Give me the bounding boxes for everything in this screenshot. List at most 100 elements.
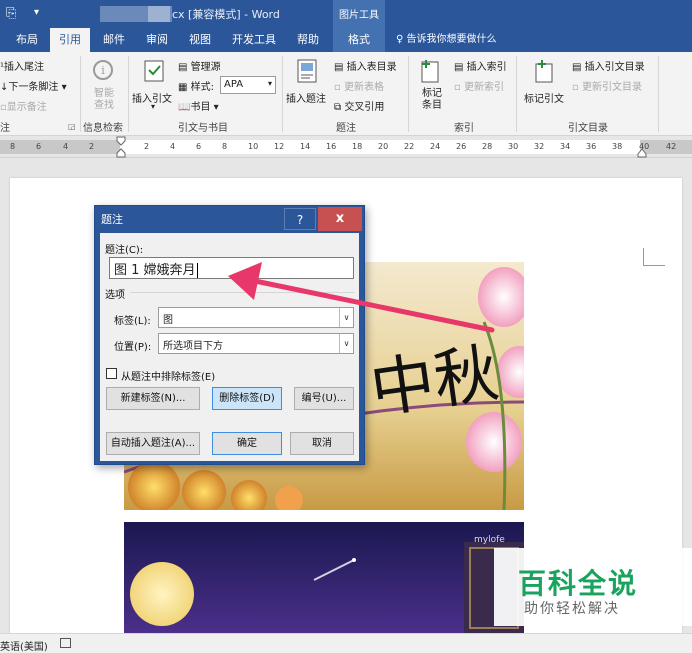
update-index-button[interactable]: ▫ 更新索引	[454, 78, 504, 93]
research-group-label: 信息检索	[83, 123, 123, 134]
dialog-body: 题注(C): 图 1 嫦娥奔月 选项 标签(L): 图 ∨ 位置(P): 所选项…	[100, 233, 359, 461]
numbering-button[interactable]: 编号(U)...	[294, 387, 354, 410]
ruler-number: 8	[10, 142, 16, 151]
bibliography-button[interactable]: 📖书目 ▾	[178, 98, 219, 113]
label-label: 标签(L):	[114, 316, 151, 327]
exclude-label-checkbox[interactable]	[106, 368, 117, 379]
insert-index-icon: ▤	[454, 62, 467, 73]
tab-help[interactable]: 帮助	[288, 28, 328, 52]
ruler-number: 2	[89, 142, 95, 151]
style-label: ▦ 样式:	[178, 82, 215, 93]
ruler-number: 30	[508, 142, 519, 151]
tell-me-box[interactable]: ♀ 告诉我你想要做什么	[396, 28, 497, 52]
caption-dialog: 题注 ? x 题注(C): 图 1 嫦娥奔月 选项 标签(L): 图 ∨ 位置(…	[94, 205, 365, 465]
table-of-figures-icon: ▤	[334, 62, 347, 73]
caption-input[interactable]: 图 1 嫦娥奔月	[109, 257, 354, 279]
position-label: 位置(P):	[114, 342, 152, 353]
ruler-number: 38	[612, 142, 623, 151]
update-table-button[interactable]: ▫ 更新表格	[334, 78, 384, 93]
tab-format[interactable]: 格式	[333, 28, 385, 52]
chevron-down-icon: ∨	[339, 308, 353, 327]
ruler-number: 18	[352, 142, 363, 151]
next-footnote-button[interactable]: ↓下一条脚注 ▾	[0, 78, 67, 93]
options-label: 选项	[105, 290, 125, 301]
chevron-down-icon: ▾	[151, 102, 156, 111]
footnotes-group-label: 注	[0, 123, 10, 134]
insert-table-of-figures-button[interactable]: ▤ 插入表目录	[334, 58, 397, 73]
cancel-button[interactable]: 取消	[290, 432, 354, 455]
quick-access-dropdown-icon[interactable]: ▾	[34, 7, 39, 18]
tab-developer[interactable]: 开发工具	[226, 28, 282, 52]
night-sky-illustration: mylofe	[124, 522, 524, 633]
tab-review[interactable]: 审阅	[138, 28, 176, 52]
watermark: 百科全说 助你轻松解决	[494, 548, 692, 626]
ribbon-separator	[282, 56, 283, 132]
ruler-number: 20	[378, 142, 389, 151]
title-bar: ⎘ ▾ cx [兼容模式] - Word 图片工具	[0, 0, 692, 28]
new-label-button[interactable]: 新建标签(N)...	[106, 387, 200, 410]
ok-button[interactable]: 确定	[212, 432, 282, 455]
manage-sources-button[interactable]: ▤ 管理源	[178, 58, 221, 73]
insert-toa-button[interactable]: ▤ 插入引文目录	[572, 58, 645, 73]
update-toa-icon: ▫	[572, 82, 582, 93]
caption-label: 题注(C):	[105, 245, 144, 256]
night-sky-image[interactable]: mylofe	[124, 522, 524, 633]
position-select[interactable]: 所选项目下方 ∨	[158, 333, 354, 354]
update-index-icon: ▫	[454, 82, 464, 93]
chevron-down-icon: ∨	[339, 334, 353, 353]
picture-tools-context: 图片工具	[333, 0, 385, 28]
insert-toa-icon: ▤	[572, 62, 585, 73]
tab-mailings[interactable]: 邮件	[94, 28, 134, 52]
watermark-slogan: 助你轻松解决	[524, 601, 620, 617]
language-indicator[interactable]: 英语(美国)	[0, 638, 48, 653]
ruler-number: 4	[170, 142, 176, 151]
svg-text:i: i	[101, 64, 105, 77]
style-icon: ▦	[178, 82, 191, 93]
insert-index-button[interactable]: ▤ 插入索引	[454, 58, 507, 73]
show-notes-button[interactable]: ▫显示备注	[0, 98, 47, 113]
save-icon[interactable]: ⎘	[6, 6, 16, 21]
smart-lookup-icon: i	[93, 60, 113, 80]
right-indent-marker-icon[interactable]	[637, 148, 647, 158]
ruler-left-margin	[0, 140, 120, 154]
update-toa-button[interactable]: ▫ 更新引文目录	[572, 78, 642, 93]
page-margin-corner-mark	[643, 248, 665, 266]
tab-layout[interactable]: 布局	[8, 28, 46, 52]
ruler-number: 10	[248, 142, 259, 151]
insert-caption-icon	[297, 59, 317, 83]
ruler-number: 34	[560, 142, 571, 151]
ribbon-separator	[408, 56, 409, 132]
ruler-number: 14	[300, 142, 311, 151]
ribbon-tabs: 布局 引用 邮件 审阅 视图 开发工具 帮助 格式 ♀ 告诉我你想要做什么	[0, 28, 692, 52]
window-title: cx [兼容模式] - Word	[172, 8, 280, 21]
horizontal-ruler[interactable]: 8 6 4 2 2 4 6 8 10 12 14 16 18 20 22 24 26 28 30 32 34 36 38 40…	[0, 136, 692, 158]
ribbon-separator	[516, 56, 517, 132]
show-notes-icon: ▫	[0, 102, 7, 113]
lightbulb-icon: ♀	[396, 34, 404, 45]
insert-endnote-button[interactable]: ¹插入尾注	[0, 58, 44, 73]
indent-marker-icon[interactable]	[116, 136, 126, 158]
macro-record-icon[interactable]	[60, 638, 71, 648]
tab-view[interactable]: 视图	[180, 28, 220, 52]
tell-me-text: 告诉我你想要做什么	[406, 34, 497, 45]
citation-style-select[interactable]: APA ▾	[220, 76, 276, 94]
help-button[interactable]: ?	[284, 208, 316, 230]
ruler-number: 2	[144, 142, 150, 151]
footnotes-dialog-launcher-icon[interactable]: ◲	[68, 122, 76, 131]
ruler-number: 16	[326, 142, 337, 151]
tab-references[interactable]: 引用	[50, 28, 90, 52]
cross-reference-button[interactable]: ⧉ 交叉引用	[334, 98, 384, 113]
ruler-number: 4	[63, 142, 69, 151]
autocaption-button[interactable]: 自动插入题注(A)...	[106, 432, 200, 455]
ruler-number: 32	[534, 142, 545, 151]
ruler-number: 24	[430, 142, 441, 151]
ruler-number: 12	[274, 142, 285, 151]
label-select[interactable]: 图 ∨	[158, 307, 354, 328]
close-button[interactable]: x	[318, 207, 362, 231]
ribbon: ¹插入尾注 ↓下一条脚注 ▾ ▫显示备注 注 ◲ i 智能查找 信息检索 插入引…	[0, 52, 692, 136]
watermark-brand: 百科全说	[518, 567, 639, 600]
blurred-filename-part	[148, 6, 170, 22]
status-bar: 英语(美国)	[0, 633, 692, 653]
delete-label-button[interactable]: 删除标签(D)	[212, 387, 282, 410]
exclude-label-text: 从题注中排除标签(E)	[121, 372, 216, 383]
